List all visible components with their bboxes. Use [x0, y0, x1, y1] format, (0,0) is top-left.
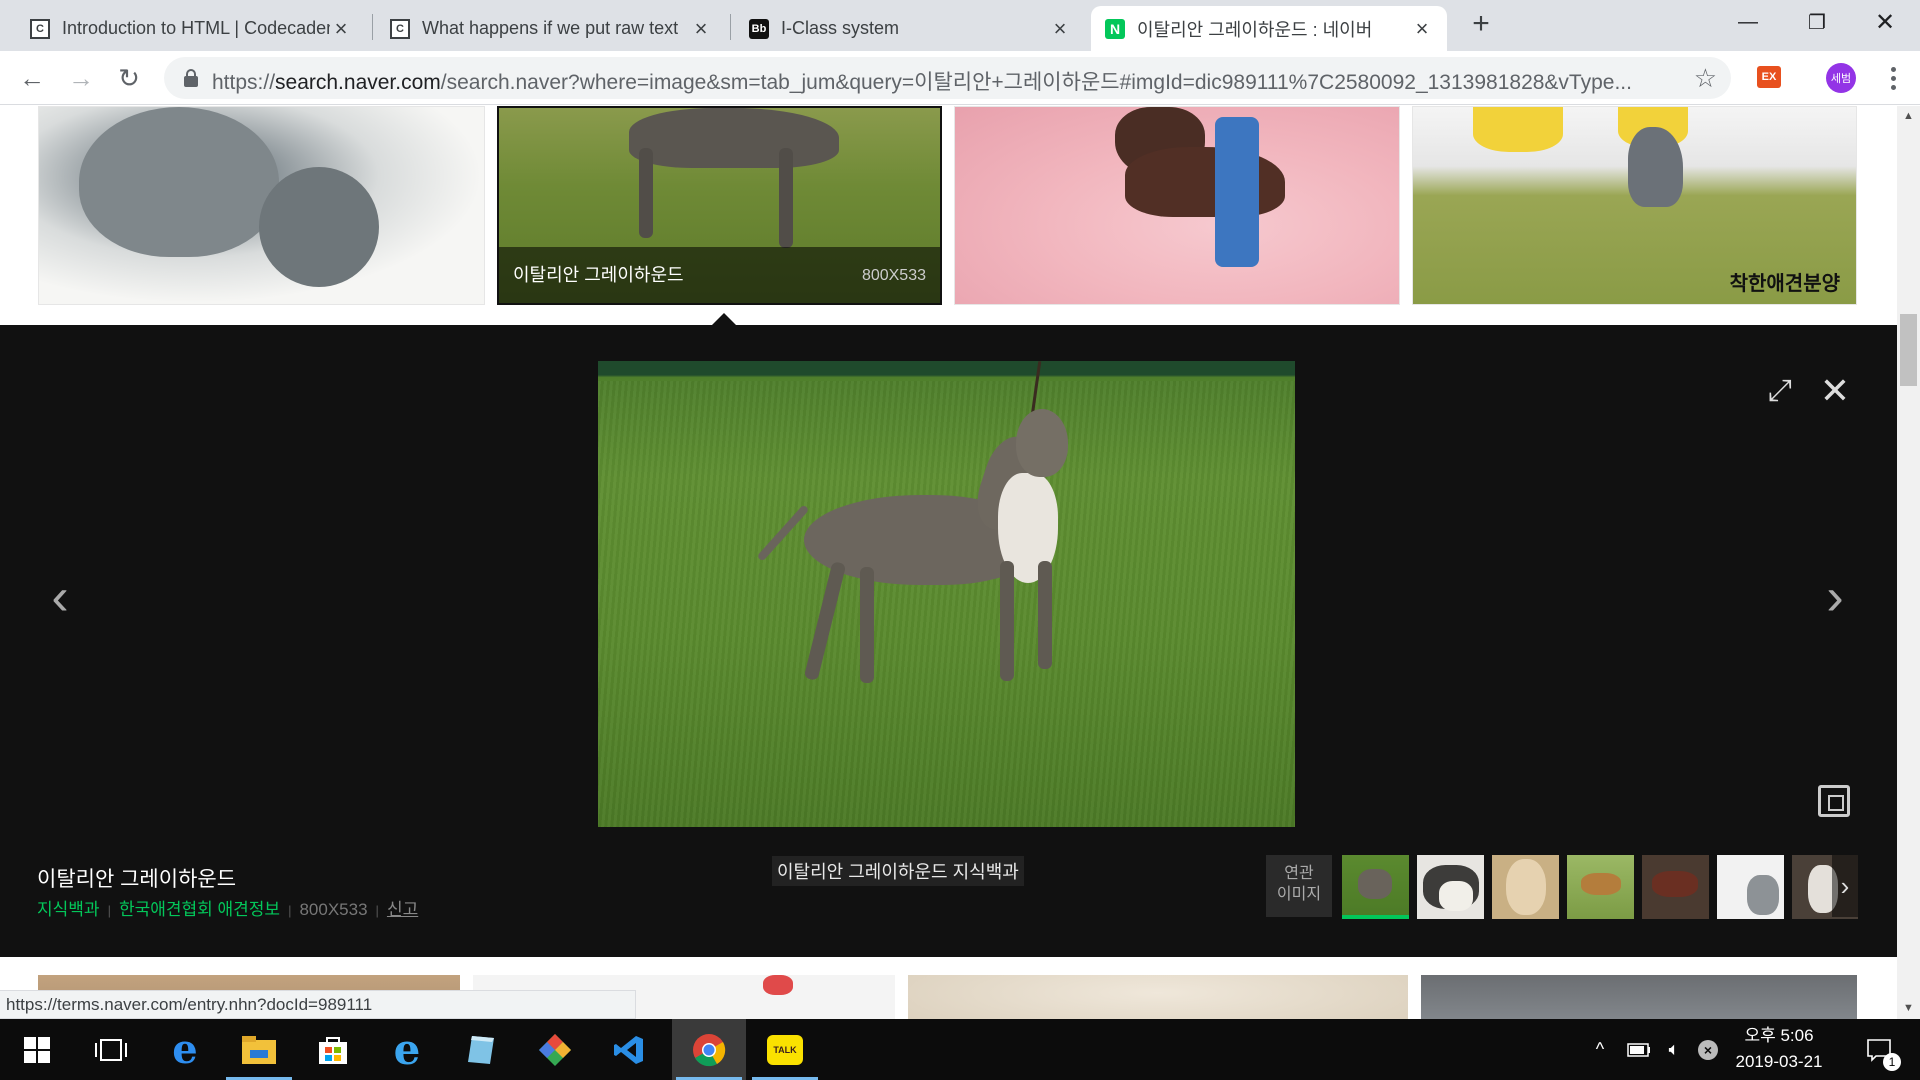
network-disconnected-icon[interactable]: × [1694, 1019, 1722, 1080]
image-result-thumbnail-selected[interactable]: 이탈리안 그레이하운드 800X533 [497, 106, 942, 305]
tab-close-icon[interactable]: × [330, 16, 352, 41]
system-clock[interactable]: 오후 5:06 2019-03-21 [1720, 1023, 1838, 1075]
tab-naver-active[interactable]: N 이탈리안 그레이하운드 : 네이버 × [1091, 6, 1447, 51]
photo-caption: 이탈리안 그레이하운드 지식백과 [772, 856, 1024, 886]
volume-muted-icon[interactable]: 🔈︎ [1658, 1019, 1690, 1080]
notification-center-icon[interactable]: 1 [1855, 1019, 1905, 1080]
viewer-close-icon[interactable]: ✕ [1815, 370, 1855, 411]
related-thumbnail[interactable] [1492, 855, 1559, 919]
tab-title: Introduction to HTML | Codecademy [62, 18, 330, 38]
blackboard-favicon-icon: Bb [749, 18, 769, 39]
tab-iclass[interactable]: Bb I-Class system × [735, 6, 1085, 51]
thumbnail-watermark: 착한애견분양 [1729, 273, 1840, 295]
tab-separator [730, 14, 731, 40]
source-link-kennel-club[interactable]: 한국애견협회 애견정보 [119, 900, 280, 919]
thumbnail-title: 이탈리안 그레이하운드 [513, 265, 684, 285]
source-link-encyclopedia[interactable]: 지식백과 [37, 900, 100, 919]
profile-avatar[interactable]: 세범 [1826, 63, 1856, 93]
naver-favicon-icon: N [1105, 18, 1125, 39]
next-image-icon[interactable]: › [1815, 567, 1855, 627]
lock-icon [184, 69, 198, 87]
file-explorer-icon[interactable] [222, 1019, 296, 1080]
tab-title: I-Class system [781, 18, 900, 38]
microsoft-store-icon[interactable] [296, 1019, 370, 1080]
edge-browser-icon[interactable]: e [148, 1019, 222, 1080]
minimize-icon[interactable]: — [1713, 0, 1783, 44]
kakaotalk-label: TALK [773, 1044, 797, 1055]
tray-overflow-icon[interactable]: ^ [1586, 1019, 1614, 1080]
tab-codecademy-intro[interactable]: C Introduction to HTML | Codecademy × [16, 6, 366, 51]
start-windows-icon[interactable] [0, 1019, 74, 1080]
back-icon[interactable]: ← [14, 60, 50, 96]
main-photo-greyhound[interactable] [598, 361, 1295, 827]
related-images-label: 연관 이미지 [1266, 855, 1332, 917]
kakaotalk-icon[interactable]: TALK [748, 1019, 822, 1080]
forward-icon[interactable]: → [63, 60, 99, 96]
image-result-thumbnail[interactable]: 착한애견분양 [1412, 106, 1857, 305]
page-scrollbar[interactable]: ▲ ▼ [1897, 106, 1920, 1019]
related-thumbnail[interactable] [1567, 855, 1634, 919]
internet-explorer-icon[interactable]: e [370, 1019, 444, 1080]
image-result-thumbnail[interactable] [1421, 975, 1857, 1019]
related-thumbnail[interactable] [1717, 855, 1784, 919]
related-thumbnail[interactable] [1342, 855, 1409, 919]
notebook-app-icon[interactable] [444, 1019, 518, 1080]
related-next-icon[interactable]: › [1832, 855, 1858, 917]
tab-title: 이탈리안 그레이하운드 : 네이버 [1137, 19, 1373, 40]
expand-icon[interactable]: ⤢ [1762, 373, 1798, 409]
fullscreen-frame-icon[interactable] [1818, 785, 1850, 817]
image-result-thumbnail[interactable] [954, 106, 1400, 305]
tab-separator [372, 14, 373, 40]
thumbnail-caption-bar: 이탈리안 그레이하운드 800X533 [499, 247, 940, 303]
image-title: 이탈리안 그레이하운드 [37, 868, 237, 891]
related-thumbnail[interactable] [1417, 855, 1484, 919]
selected-pointer-arrow-icon [712, 313, 736, 325]
git-app-icon[interactable] [518, 1019, 592, 1080]
image-result-thumbnail[interactable] [908, 975, 1408, 1019]
clock-time: 오후 5:06 [1744, 1026, 1814, 1045]
reload-icon[interactable]: ↻ [111, 60, 147, 96]
more-menu-icon[interactable] [1878, 60, 1908, 96]
tab-close-icon[interactable]: × [690, 16, 712, 41]
related-thumbnail[interactable] [1642, 855, 1709, 919]
scroll-down-icon[interactable]: ▼ [1902, 1002, 1915, 1015]
address-bar[interactable]: https://search.naver.com/search.naver?wh… [164, 57, 1731, 99]
notification-count-badge: 1 [1883, 1053, 1901, 1071]
tab-close-icon[interactable]: × [1411, 16, 1433, 41]
codecademy-favicon-icon: C [390, 18, 410, 39]
vscode-icon[interactable] [592, 1019, 666, 1080]
clock-date: 2019-03-21 [1735, 1052, 1823, 1071]
tab-close-icon[interactable]: × [1049, 16, 1071, 41]
new-tab-icon[interactable]: + [1466, 9, 1496, 40]
task-view-icon[interactable] [74, 1019, 148, 1080]
naver-image-results: 이탈리안 그레이하운드 800X533 착한애견분양 이탈리안 그레이하운드 지… [0, 106, 1897, 1019]
chrome-icon[interactable] [672, 1019, 746, 1080]
extension-ex-icon[interactable]: EX [1757, 66, 1781, 88]
bookmark-star-icon[interactable]: ☆ [1694, 63, 1717, 94]
battery-icon[interactable] [1622, 1019, 1656, 1080]
image-viewer-panel: 이탈리안 그레이하운드 지식백과 ⤢ ✕ ‹ › 이탈리안 그레이하운드 지식백… [0, 325, 1897, 957]
thumbnail-size: 800X533 [861, 267, 926, 284]
image-size: 800X533 [299, 900, 368, 919]
tab-codecademy-raw-text[interactable]: C What happens if we put raw text × [376, 6, 726, 51]
scroll-up-icon[interactable]: ▲ [1902, 110, 1915, 123]
url-text[interactable]: https://search.naver.com/search.naver?wh… [212, 66, 1642, 96]
report-link[interactable]: 신고 [387, 900, 418, 919]
scrollbar-thumb[interactable] [1900, 314, 1917, 386]
codecademy-favicon-icon: C [30, 18, 50, 39]
tab-title: What happens if we put raw text [422, 18, 679, 38]
image-meta: 지식백과 | 한국애견협회 애견정보 | 800X533 | 신고 [37, 900, 419, 919]
windows-taskbar: e e TALK ^ 🔈︎ × 오후 5:06 2019-03-21 1 [0, 1019, 1920, 1080]
status-bar-url: https://terms.naver.com/entry.nhn?docId=… [0, 990, 636, 1019]
restore-icon[interactable]: ❐ [1782, 0, 1852, 44]
tab-strip: C Introduction to HTML | Codecademy × C … [0, 0, 1920, 51]
prev-image-icon[interactable]: ‹ [40, 567, 80, 627]
image-result-thumbnail[interactable] [38, 106, 485, 305]
window-close-icon[interactable]: ✕ [1850, 0, 1920, 44]
